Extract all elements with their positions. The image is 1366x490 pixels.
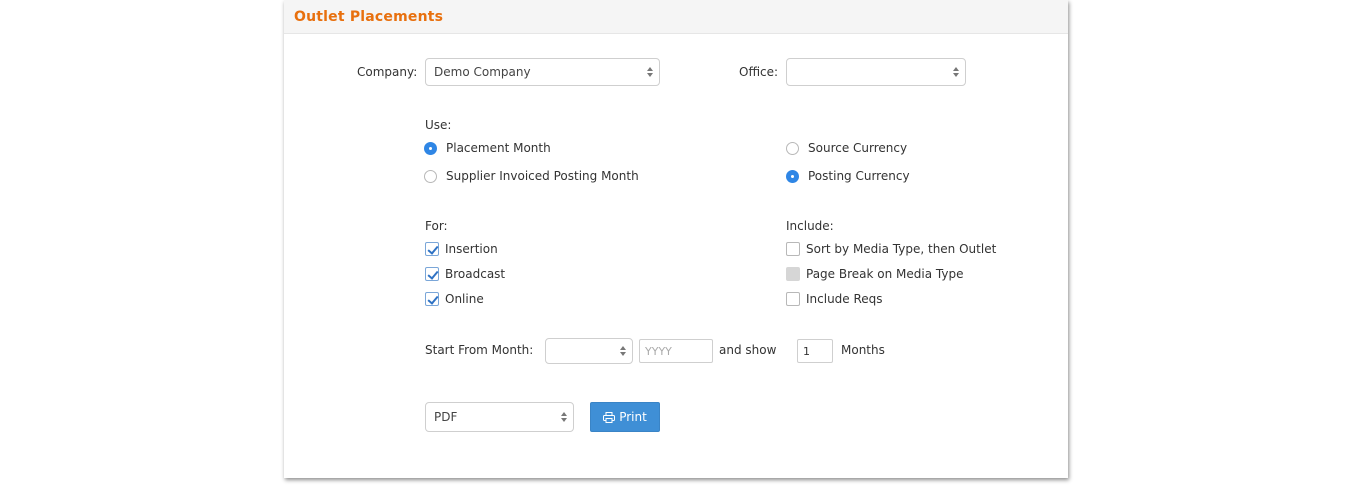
checkbox-page-break-label: Page Break on Media Type (806, 267, 964, 281)
company-label: Company: (357, 65, 418, 79)
checkbox-unchecked-icon[interactable] (786, 292, 800, 306)
select-arrows-icon (619, 345, 626, 357)
checkbox-broadcast-label: Broadcast (445, 267, 506, 281)
panel-header: Outlet Placements (284, 0, 1068, 34)
select-arrows-icon (646, 66, 653, 78)
start-month-select[interactable] (545, 338, 633, 364)
radio-source-currency-label: Source Currency (808, 141, 908, 155)
radio-supplier-invoiced-label: Supplier Invoiced Posting Month (446, 169, 639, 183)
radio-posting-currency[interactable]: Posting Currency (786, 168, 910, 184)
checkbox-online-label: Online (445, 292, 484, 306)
output-format-value: PDF (434, 410, 458, 424)
output-format-select[interactable]: PDF (425, 402, 574, 432)
page-title: Outlet Placements (294, 8, 444, 25)
printer-icon (603, 411, 616, 423)
include-label: Include: (786, 219, 834, 233)
company-select[interactable]: Demo Company (425, 58, 660, 86)
checkbox-checked-icon[interactable] (425, 267, 439, 281)
months-count-input[interactable] (797, 339, 833, 363)
and-show-label: and show (719, 343, 777, 357)
select-arrows-icon (952, 66, 959, 78)
radio-placement-month-label: Placement Month (446, 141, 551, 155)
checkbox-online[interactable]: Online (425, 291, 484, 307)
print-button-label: Print (619, 410, 647, 424)
start-year-input[interactable] (639, 339, 713, 363)
checkbox-include-reqs[interactable]: Include Reqs (786, 291, 883, 307)
use-label: Use: (425, 118, 452, 132)
company-select-value: Demo Company (434, 65, 531, 79)
checkbox-sort-by-media-type[interactable]: Sort by Media Type, then Outlet (786, 241, 996, 257)
checkbox-insertion-label: Insertion (445, 242, 498, 256)
radio-source-currency[interactable]: Source Currency (786, 140, 907, 156)
checkbox-unchecked-icon[interactable] (786, 242, 800, 256)
checkbox-disabled-icon (786, 267, 800, 281)
office-select[interactable] (786, 58, 966, 86)
start-from-month-label: Start From Month: (425, 343, 534, 357)
checkbox-include-reqs-label: Include Reqs (806, 292, 883, 306)
checkbox-sort-label: Sort by Media Type, then Outlet (806, 242, 997, 256)
office-label: Office: (739, 65, 779, 79)
radio-posting-currency-label: Posting Currency (808, 169, 910, 183)
radio-unselected-icon[interactable] (786, 141, 799, 155)
radio-supplier-invoiced-posting-month[interactable]: Supplier Invoiced Posting Month (424, 168, 639, 184)
checkbox-page-break-on-media-type: Page Break on Media Type (786, 266, 963, 282)
checkbox-checked-icon[interactable] (425, 292, 439, 306)
print-button[interactable]: Print (590, 402, 660, 432)
months-label: Months (841, 343, 885, 357)
select-arrows-icon (560, 411, 567, 423)
checkbox-broadcast[interactable]: Broadcast (425, 266, 505, 282)
radio-placement-month[interactable]: Placement Month (424, 140, 551, 156)
radio-selected-icon[interactable] (424, 141, 437, 155)
checkbox-checked-icon[interactable] (425, 242, 439, 256)
outlet-placements-panel: Outlet Placements Company: Demo Company … (284, 0, 1068, 478)
for-label: For: (425, 219, 448, 233)
radio-unselected-icon[interactable] (424, 169, 437, 183)
radio-selected-icon[interactable] (786, 169, 799, 183)
checkbox-insertion[interactable]: Insertion (425, 241, 498, 257)
